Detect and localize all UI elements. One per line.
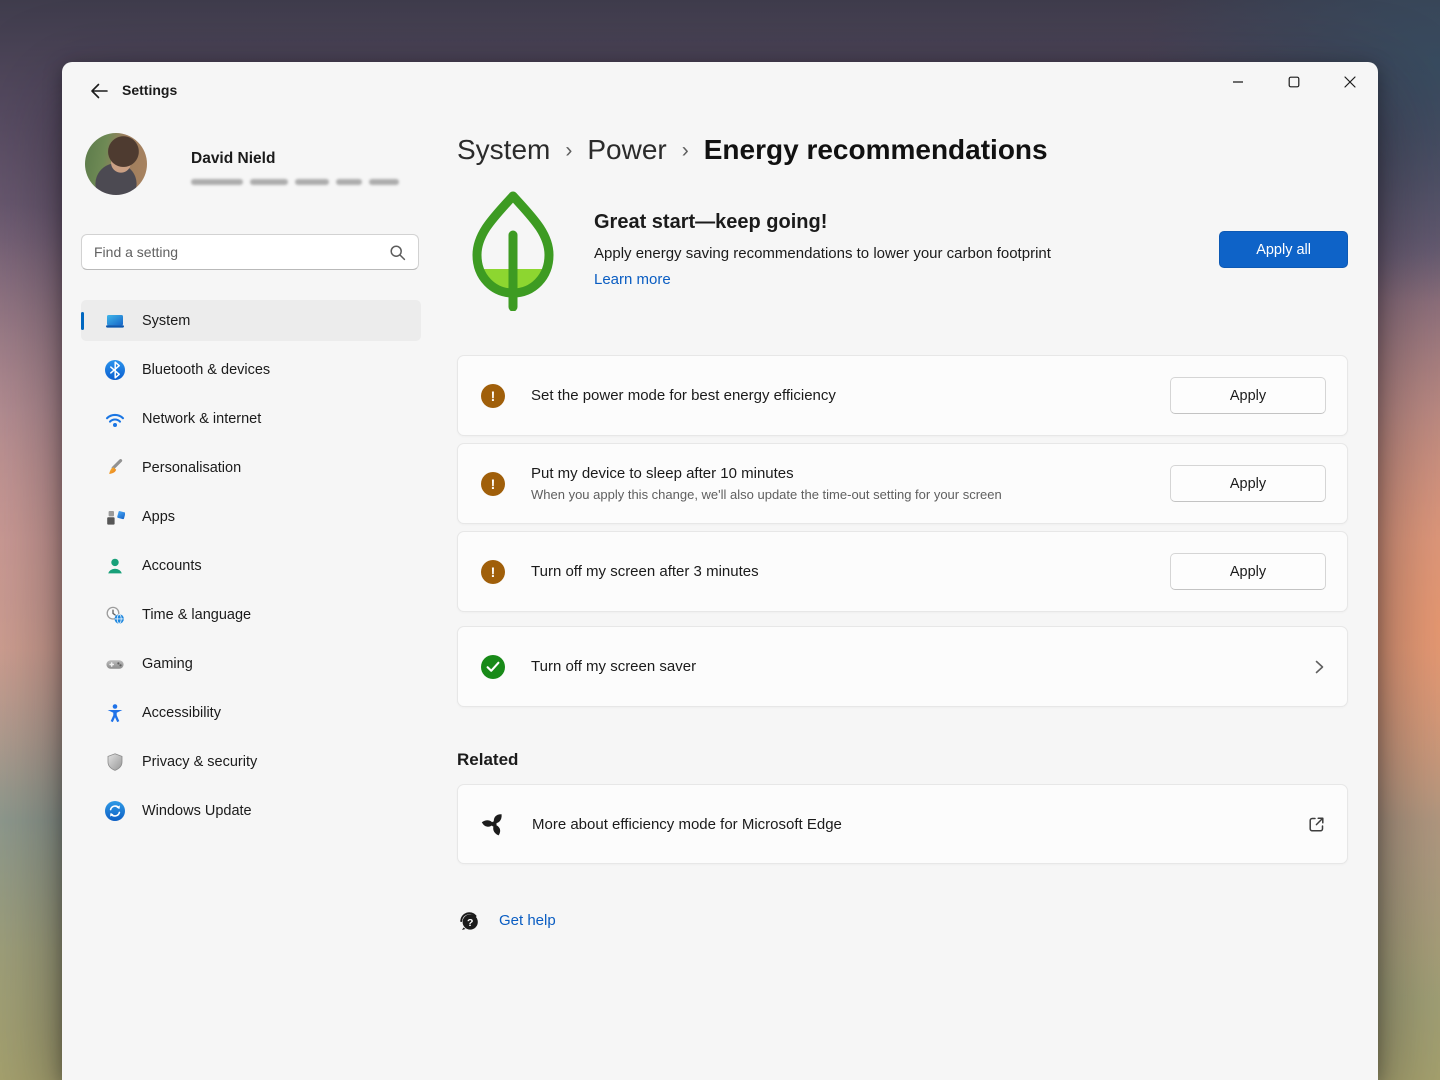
- learn-more-link[interactable]: Learn more: [594, 271, 671, 288]
- search-box: [81, 234, 419, 270]
- recommendation-title: Turn off my screen after 3 minutes: [531, 563, 759, 580]
- sidebar-item-accessibility[interactable]: Accessibility: [81, 692, 421, 733]
- settings-window: Settings David Nield: [62, 62, 1378, 1080]
- search-input[interactable]: [94, 244, 389, 260]
- recommendation-title: Turn off my screen saver: [531, 658, 696, 675]
- get-help-link[interactable]: Get help: [499, 912, 556, 929]
- personalisation-icon: [105, 458, 125, 478]
- breadcrumb-separator: ›: [682, 139, 689, 163]
- breadcrumb-separator: ›: [565, 139, 572, 163]
- gaming-icon: [105, 654, 125, 674]
- sidebar-item-time-language[interactable]: Time & language: [81, 594, 421, 635]
- hero-title: Great start—keep going!: [594, 211, 1051, 234]
- sidebar-item-label: System: [142, 313, 190, 329]
- sidebar-item-label: Privacy & security: [142, 754, 257, 770]
- sidebar-item-system[interactable]: System: [81, 300, 421, 341]
- apply-all-button[interactable]: Apply all: [1219, 231, 1348, 268]
- breadcrumb-system[interactable]: System: [457, 134, 550, 166]
- get-help-row: ? Get help: [457, 909, 1348, 932]
- svg-text:?: ?: [467, 917, 473, 929]
- breadcrumb-power[interactable]: Power: [587, 134, 666, 166]
- recommendation-screen-off: ! Turn off my screen after 3 minutes App…: [457, 531, 1348, 612]
- sidebar-item-label: Gaming: [142, 656, 193, 672]
- sidebar-item-personalisation[interactable]: Personalisation: [81, 447, 421, 488]
- warning-icon: !: [481, 560, 505, 584]
- sidebar-item-network-internet[interactable]: Network & internet: [81, 398, 421, 439]
- recommendation-screen-saver[interactable]: Turn off my screen saver: [457, 626, 1348, 707]
- apply-button-power-mode[interactable]: Apply: [1170, 377, 1326, 414]
- account-profile[interactable]: David Nield: [85, 133, 445, 197]
- sidebar-item-label: Apps: [142, 509, 175, 525]
- recommendation-power-mode: ! Set the power mode for best energy eff…: [457, 355, 1348, 436]
- breadcrumb-current-page: Energy recommendations: [704, 134, 1048, 166]
- selected-accent-bar: [81, 312, 84, 330]
- avatar: [85, 133, 147, 195]
- breadcrumb: System › Power › Energy recommendations: [457, 134, 1348, 166]
- sidebar-item-gaming[interactable]: Gaming: [81, 643, 421, 684]
- privacy-security-icon: [105, 752, 125, 772]
- external-link-icon: [1307, 815, 1326, 834]
- user-email-redacted: [191, 179, 399, 185]
- recommendation-title: Put my device to sleep after 10 minutes: [531, 465, 1002, 482]
- accessibility-icon: [105, 703, 125, 723]
- related-item-label: More about efficiency mode for Microsoft…: [532, 816, 842, 833]
- sidebar-item-label: Accessibility: [142, 705, 221, 721]
- chevron-right-icon: [1312, 659, 1326, 675]
- check-icon: [481, 655, 505, 679]
- apply-button-screen-off[interactable]: Apply: [1170, 553, 1326, 590]
- recommendation-subtitle: When you apply this change, we'll also u…: [531, 487, 1002, 502]
- related-header: Related: [457, 750, 1348, 770]
- related-edge-link[interactable]: More about efficiency mode for Microsoft…: [457, 784, 1348, 864]
- sidebar-item-label: Bluetooth & devices: [142, 362, 270, 378]
- warning-icon: !: [481, 472, 505, 496]
- back-arrow-icon: [90, 83, 108, 102]
- sidebar-item-privacy-security[interactable]: Privacy & security: [81, 741, 421, 782]
- recommendation-list: ! Set the power mode for best energy eff…: [457, 355, 1348, 707]
- time-language-icon: [105, 605, 125, 625]
- main-content: System › Power › Energy recommendations …: [457, 62, 1348, 932]
- recommendation-sleep: ! Put my device to sleep after 10 minute…: [457, 443, 1348, 524]
- sidebar-item-accounts[interactable]: Accounts: [81, 545, 421, 586]
- sidebar-item-label: Time & language: [142, 607, 251, 623]
- user-name: David Nield: [191, 150, 275, 168]
- back-button[interactable]: [82, 78, 116, 106]
- window-title: Settings: [122, 82, 177, 98]
- sidebar-nav: System Bluetooth & devices Network & int…: [81, 300, 421, 839]
- apps-icon: [105, 507, 125, 527]
- warning-icon: !: [481, 384, 505, 408]
- sidebar-item-label: Windows Update: [142, 803, 252, 819]
- sidebar-item-label: Network & internet: [142, 411, 261, 427]
- system-icon: [105, 311, 125, 331]
- sidebar-item-windows-update[interactable]: Windows Update: [81, 790, 421, 831]
- sidebar-item-label: Accounts: [142, 558, 202, 574]
- get-help-icon: ?: [458, 909, 481, 932]
- leaf-icon: [465, 189, 561, 316]
- energy-hero: Great start—keep going! Apply energy sav…: [457, 189, 1348, 316]
- hero-subtitle: Apply energy saving recommendations to l…: [594, 245, 1051, 262]
- sidebar-item-bluetooth-devices[interactable]: Bluetooth & devices: [81, 349, 421, 390]
- search-icon: [389, 244, 406, 261]
- network-icon: [105, 409, 125, 429]
- sidebar-item-apps[interactable]: Apps: [81, 496, 421, 537]
- accounts-icon: [105, 556, 125, 576]
- recommendation-title: Set the power mode for best energy effic…: [531, 387, 836, 404]
- windows-update-icon: [105, 801, 125, 821]
- apply-button-sleep[interactable]: Apply: [1170, 465, 1326, 502]
- edge-icon: [481, 811, 507, 837]
- bluetooth-icon: [105, 360, 125, 380]
- sidebar-item-label: Personalisation: [142, 460, 241, 476]
